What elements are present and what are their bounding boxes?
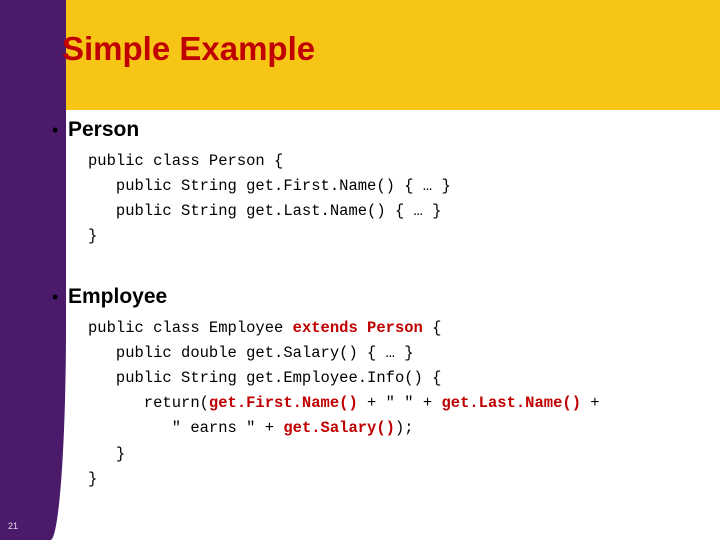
slide-body: • Person public class Person { public St… <box>0 110 720 540</box>
bullet-dot-icon: • <box>52 120 59 140</box>
bullet-block-employee: • Employee public class Employee extends… <box>52 285 600 492</box>
code-line: public class Employee extends Person { <box>88 316 600 341</box>
code-line: public String get.First.Name() { … } <box>88 177 451 196</box>
code-span-highlight: extends Person <box>292 319 423 337</box>
slide: Simple Example • Person public class Per… <box>0 0 720 540</box>
code-span-highlight: get.First.Name() <box>208 394 358 413</box>
code-span: + " " + <box>357 394 442 413</box>
code-span: + <box>581 394 600 413</box>
code-block-employee: public class Employee extends Person { p… <box>88 316 600 492</box>
code-line: } <box>88 444 126 463</box>
code-block-person: public class Person { public String get.… <box>88 149 451 249</box>
code-span: return( <box>88 394 209 413</box>
code-line: " earns " + get.Salary()); <box>88 416 600 441</box>
slide-number: 21 <box>8 521 19 531</box>
code-line: } <box>88 469 98 488</box>
code-line: } <box>88 227 98 246</box>
code-span: " earns " + <box>88 419 284 438</box>
bullet-label-person: Person <box>68 118 140 141</box>
bullet-block-person: • Person public class Person { public St… <box>52 118 451 249</box>
bullet-row-employee: • Employee <box>52 285 600 309</box>
code-span-highlight: get.Last.Name() <box>441 394 581 413</box>
code-line: public String get.Employee.Info() { <box>88 369 442 388</box>
bullet-row-person: • Person <box>52 118 451 142</box>
code-line: public class Person { <box>88 152 284 170</box>
code-span-highlight: get.Salary() <box>283 419 395 438</box>
code-line: public String get.Last.Name() { … } <box>88 202 442 221</box>
bullet-dot-icon: • <box>52 287 59 307</box>
code-span: { <box>422 319 442 337</box>
code-line: return(get.First.Name() + " " + get.Last… <box>88 391 600 416</box>
bullet-label-employee: Employee <box>68 285 168 308</box>
page-title: Simple Example <box>62 30 316 67</box>
code-span: ); <box>394 419 414 438</box>
code-line: public double get.Salary() { … } <box>88 344 414 363</box>
code-span: public class Employee <box>88 319 293 337</box>
